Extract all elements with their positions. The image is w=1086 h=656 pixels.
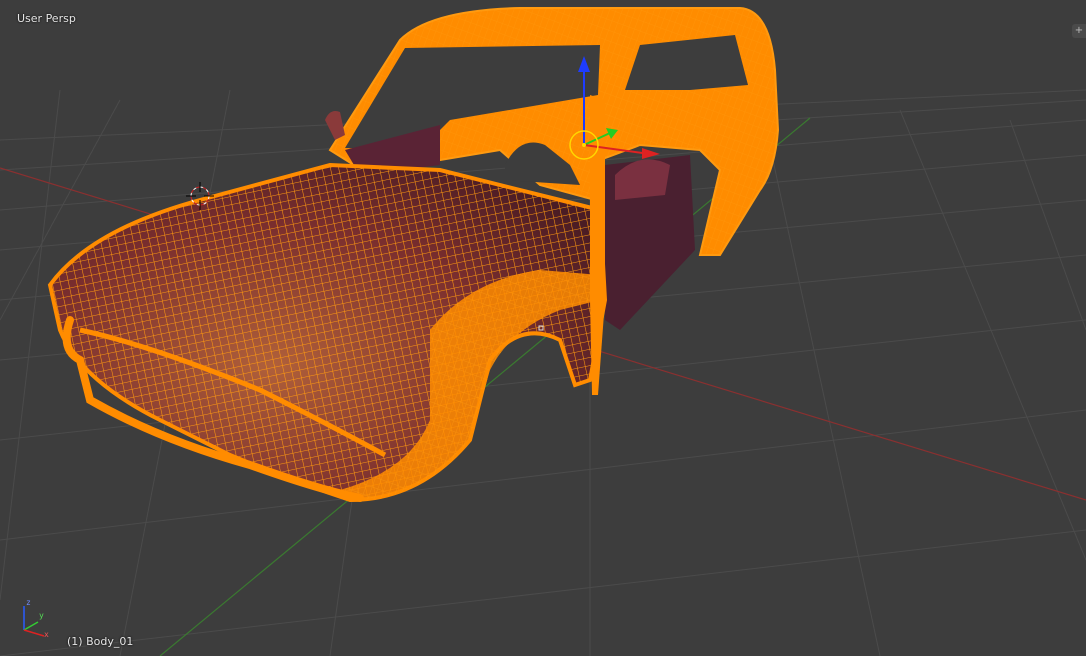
object-origin [582, 143, 586, 147]
plus-icon[interactable]: + [1072, 24, 1086, 38]
car-body-mesh[interactable] [47, 7, 780, 503]
side-mirror [325, 111, 345, 140]
active-object-label: (1) Body_01 [67, 635, 134, 648]
axis-widget-x-label: x [44, 630, 49, 639]
3d-viewport[interactable]: User Persp + z y x (1) Body_01 [0, 0, 1086, 656]
axis-widget-y-label: y [39, 611, 44, 620]
manipulator-x-arrow[interactable] [642, 148, 660, 159]
axis-orientation-widget: z y x [14, 598, 54, 642]
axis-widget-z-label: z [26, 598, 31, 607]
3d-scene[interactable] [0, 0, 1086, 656]
hood-wire [47, 162, 608, 503]
view-name-label: User Persp [17, 12, 76, 25]
